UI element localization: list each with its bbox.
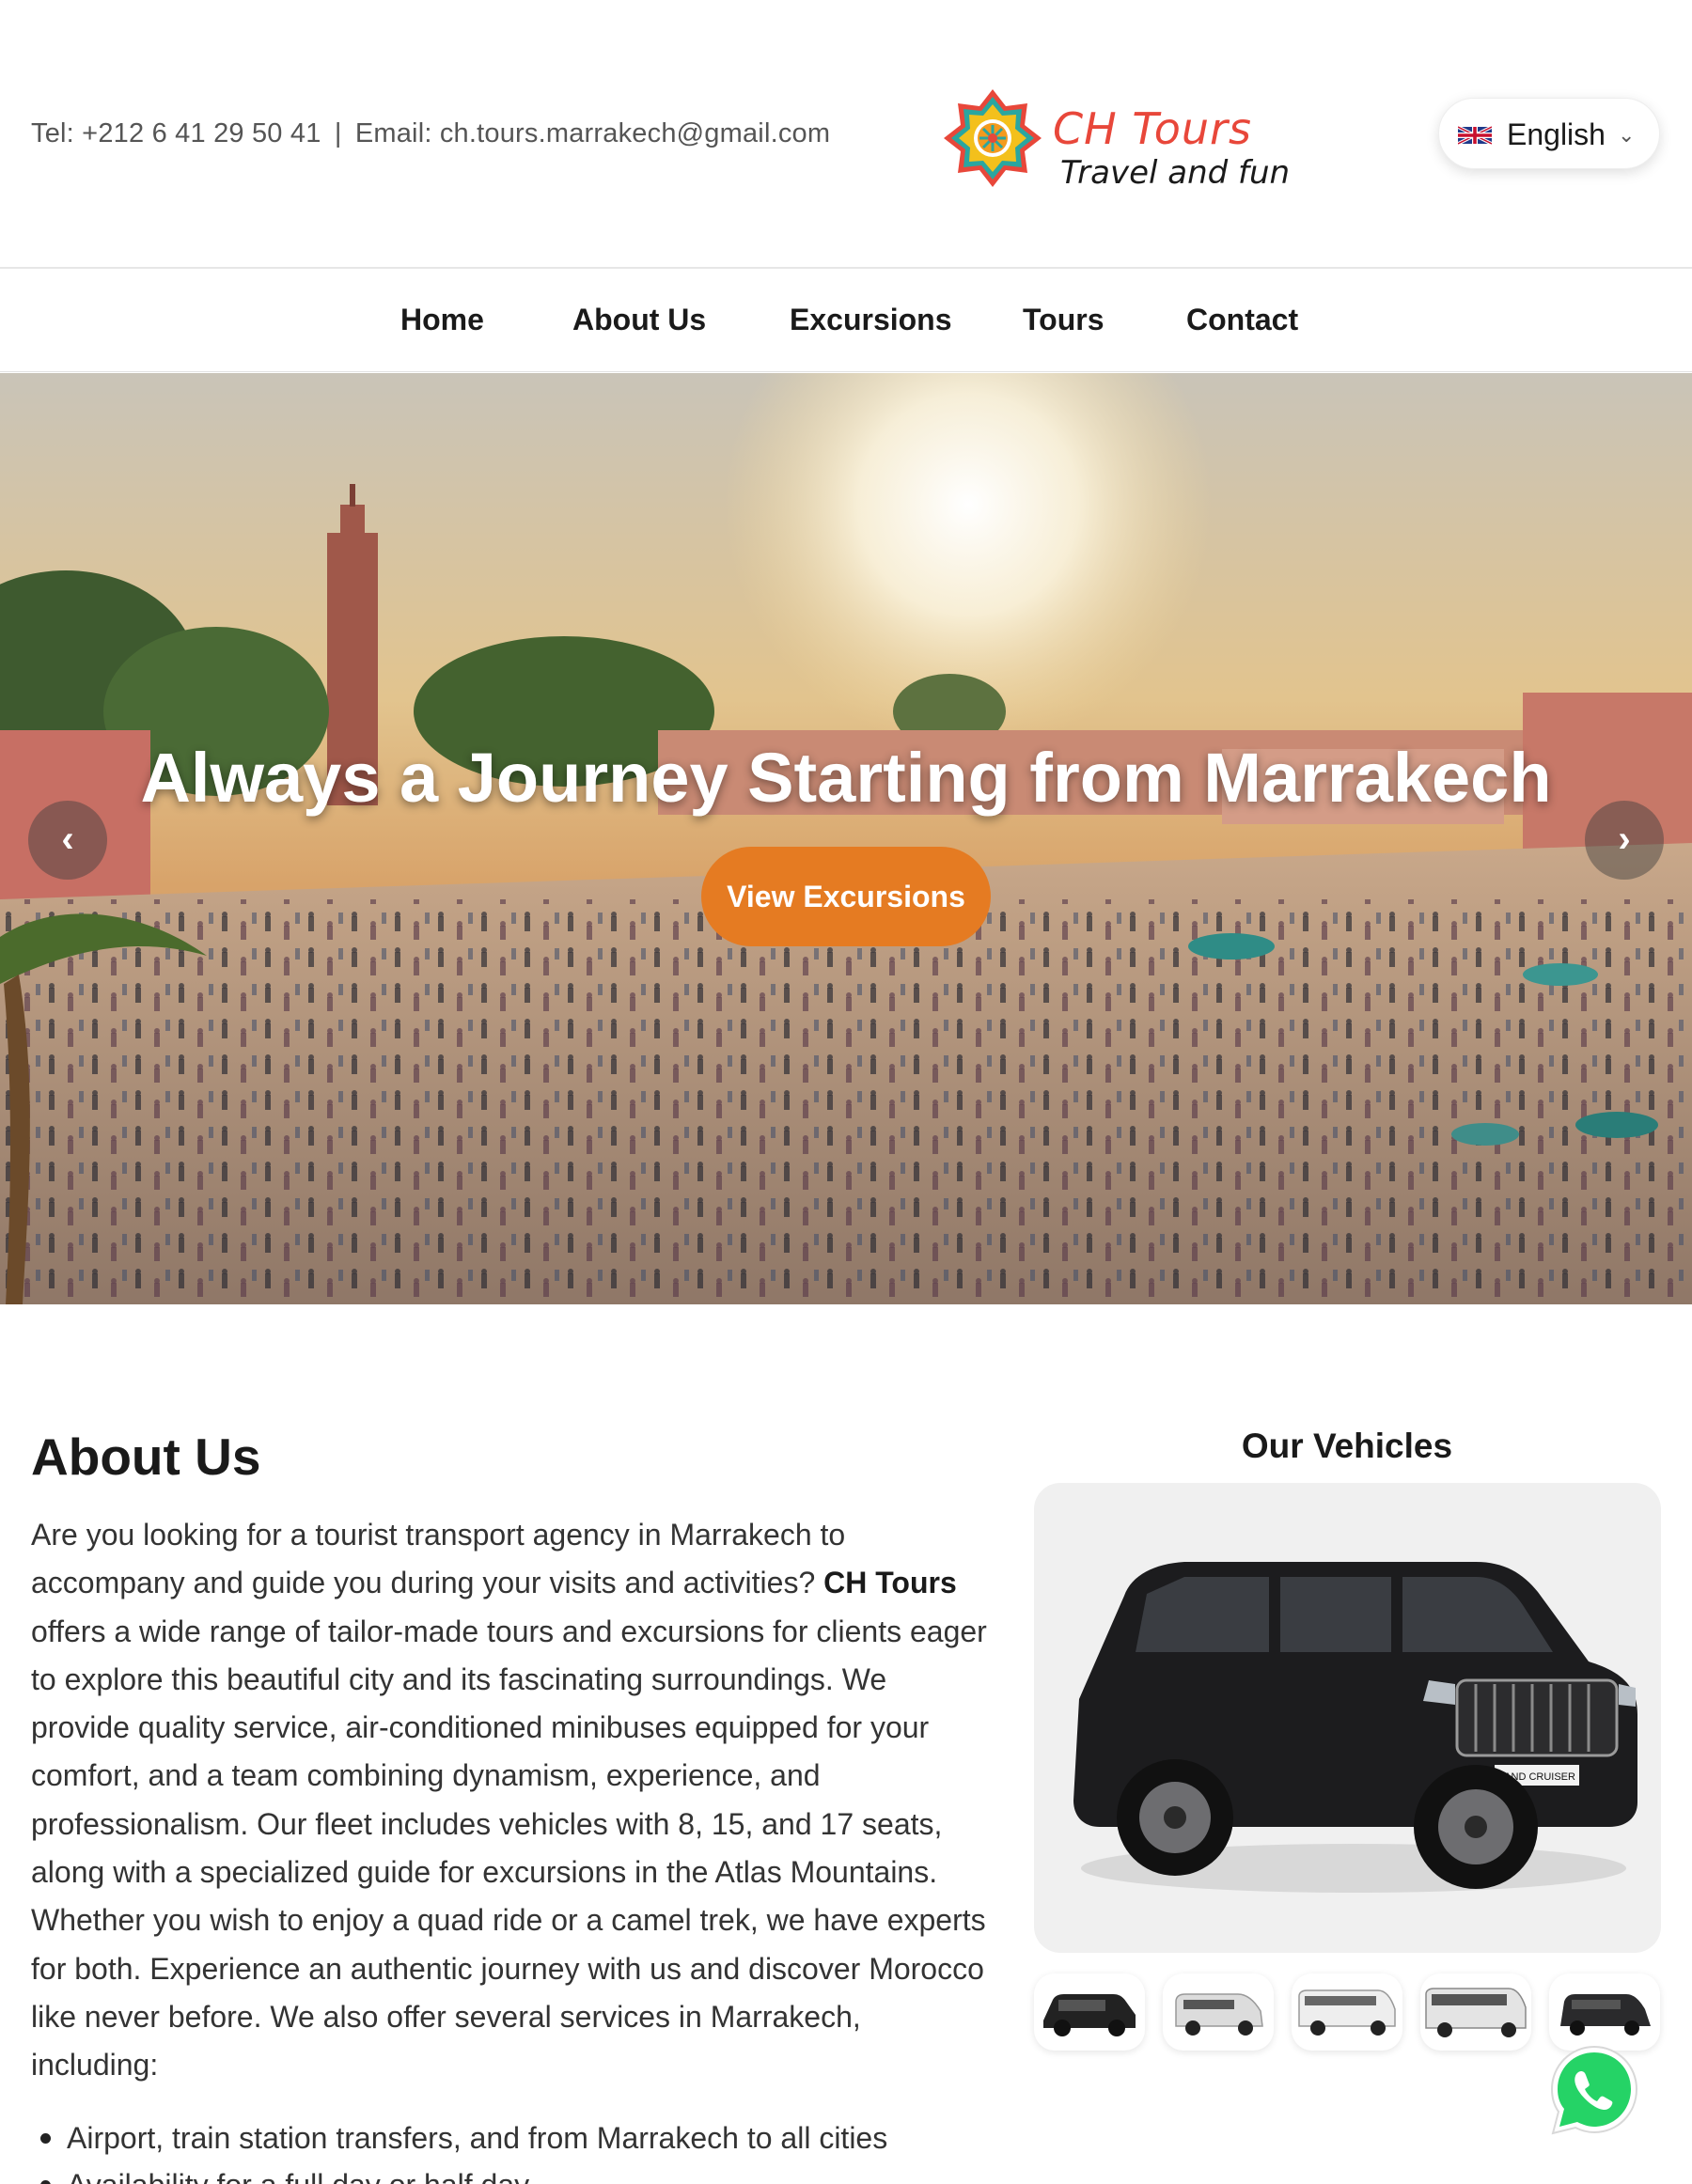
minibus-thumb-icon: [1298, 1989, 1396, 2036]
whatsapp-icon: [1550, 2045, 1638, 2135]
about-brand-name: CH Tours: [823, 1566, 957, 1600]
vehicle-thumb-mpv[interactable]: [1549, 1973, 1660, 2051]
hero-title: Always a Journey Starting from Marrakech: [140, 739, 1552, 817]
top-header: Tel: +212 6 41 29 50 41 | Email: ch.tour…: [0, 0, 1692, 269]
hero-slider: ‹ › Always a Journey Starting from Marra…: [0, 373, 1692, 1304]
sprinter-thumb-icon: [1425, 1988, 1527, 2037]
services-list: Airport, train station transfers, and fr…: [31, 2114, 990, 2184]
nav-tours[interactable]: Tours: [1023, 303, 1104, 337]
logo-subtitle: Travel and fun: [1060, 154, 1291, 192]
suv-thumb-icon: [1043, 1994, 1136, 2036]
logo-emblem-icon: [944, 89, 1042, 187]
vehicle-thumb-van[interactable]: [1163, 1973, 1274, 2051]
vehicle-thumb-suv[interactable]: [1034, 1973, 1145, 2051]
mpv-thumb-icon: [1560, 1994, 1651, 2036]
vehicle-thumbnails: [1034, 1973, 1661, 2051]
about-heading: About Us: [31, 1427, 261, 1486]
vehicle-main-image[interactable]: LAND CRUISER: [1034, 1483, 1661, 1953]
van-thumb-icon: [1175, 1993, 1263, 2036]
about-text-part-2: offers a wide range of tailor-made tours…: [31, 1614, 987, 2083]
vehicles-heading: Our Vehicles: [1241, 1427, 1453, 1465]
list-item: Availability for a full day or half day: [31, 2161, 990, 2184]
logo-title: CH Tours: [1053, 103, 1252, 154]
vehicle-thumb-minibus[interactable]: [1292, 1973, 1402, 2051]
uk-flag-icon: [1458, 126, 1492, 145]
language-selector[interactable]: English ⌄: [1438, 98, 1660, 169]
nav-contact[interactable]: Contact: [1186, 303, 1298, 337]
about-text-part-1: Are you looking for a tourist transport …: [31, 1518, 846, 1600]
whatsapp-button[interactable]: [1545, 2041, 1643, 2139]
site-logo[interactable]: CH Tours Travel and fun: [940, 86, 1297, 192]
chevron-down-icon: ⌄: [1618, 123, 1636, 147]
nav-home[interactable]: Home: [400, 303, 484, 337]
main-nav: Home About Us Excursions Tours Contact: [0, 271, 1692, 372]
list-item: Airport, train station transfers, and fr…: [31, 2114, 990, 2161]
contact-info: Tel: +212 6 41 29 50 41 | Email: ch.tour…: [31, 118, 830, 149]
phone-link[interactable]: Tel: +212 6 41 29 50 41: [31, 118, 321, 148]
vehicle-thumb-sprinter[interactable]: [1420, 1973, 1531, 2051]
contact-separator: |: [334, 118, 342, 148]
view-excursions-button[interactable]: View Excursions: [701, 847, 991, 946]
hero-background-image: [0, 373, 1692, 1304]
nav-about-us[interactable]: About Us: [572, 303, 706, 337]
about-paragraph: Are you looking for a tourist transport …: [31, 1511, 990, 2090]
language-label: English: [1507, 117, 1606, 151]
email-link[interactable]: Email: ch.tours.marrakech@gmail.com: [355, 118, 830, 148]
suv-image: LAND CRUISER: [1073, 1562, 1637, 1893]
nav-excursions[interactable]: Excursions: [790, 303, 952, 337]
